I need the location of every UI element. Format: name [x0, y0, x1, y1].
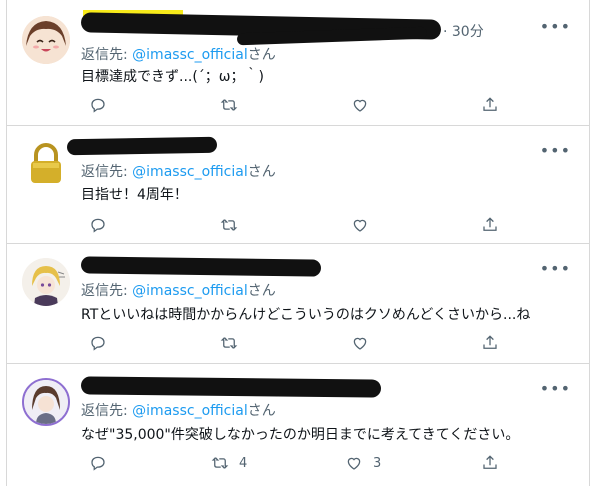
reply-prefix: 返信先: [81, 283, 128, 299]
redacted-username [80, 256, 322, 277]
share-icon [483, 217, 497, 231]
reply-button[interactable] [89, 94, 107, 116]
retweet-button[interactable] [220, 332, 238, 354]
tweet-text: なぜ"35,000"件突破しなかったのか明日までに考えてきてください。 [81, 427, 520, 443]
reply-button[interactable] [89, 452, 107, 474]
reply-prefix: 返信先: [81, 403, 128, 419]
reply-handle-link[interactable]: @imassc_official [132, 164, 248, 180]
avatar[interactable] [22, 140, 70, 188]
tweet-reply-1[interactable]: · 30分 ••• 返信先: @imassc_officialさん 目標達成でき… [7, 0, 589, 126]
share-icon [483, 335, 497, 349]
avatar[interactable] [22, 16, 70, 64]
reply-prefix: 返信先: [81, 47, 128, 63]
more-dots-icon[interactable]: ••• [540, 19, 571, 35]
reply-suffix: さん [247, 164, 276, 180]
share-button[interactable] [481, 94, 499, 116]
reply-prefix: 返信先: [81, 164, 128, 180]
retweet-count: 4 [239, 455, 248, 471]
reply-to-line: 返信先: @imassc_officialさん [81, 44, 276, 64]
share-button[interactable] [481, 452, 499, 474]
reply-handle-link[interactable]: @imassc_official [132, 403, 248, 419]
reply-suffix: さん [247, 403, 276, 419]
heart-icon [353, 337, 367, 350]
action-bar [81, 214, 497, 236]
reply-handle-link[interactable]: @imassc_official [132, 47, 248, 63]
retweet-icon [220, 219, 238, 231]
reply-icon [91, 98, 105, 113]
reply-suffix: さん [247, 283, 276, 299]
tweet-reply-4[interactable]: ••• 返信先: @imassc_officialさん なぜ"35,000"件突… [7, 364, 589, 486]
share-button[interactable] [481, 214, 499, 236]
tweet-reply-3[interactable]: ••• 返信先: @imassc_officialさん RTといいねは時間かから… [7, 244, 589, 364]
redacted-username [66, 136, 218, 156]
retweet-button[interactable] [220, 94, 238, 116]
tweet-reply-2[interactable]: ••• 返信先: @imassc_officialさん 目指せ！4周年！ [7, 126, 589, 244]
retweet-icon [220, 337, 238, 349]
action-bar: 4 3 [81, 452, 497, 474]
reply-to-line: 返信先: @imassc_officialさん [81, 400, 276, 420]
share-button[interactable] [481, 332, 499, 354]
avatar[interactable] [22, 258, 70, 306]
action-bar [81, 94, 497, 116]
reply-to-line: 返信先: @imassc_officialさん [81, 161, 276, 181]
tweet-text: 目指せ！4周年！ [81, 187, 188, 203]
retweet-button[interactable]: 4 [211, 452, 247, 474]
reply-icon [91, 218, 105, 233]
heart-icon [353, 219, 367, 232]
like-button[interactable] [351, 94, 369, 116]
like-button[interactable] [351, 332, 369, 354]
reply-icon [91, 456, 105, 471]
reply-button[interactable] [89, 332, 107, 354]
reply-suffix: さん [247, 47, 276, 63]
redacted-username [80, 376, 382, 398]
reply-icon [91, 336, 105, 351]
tweet-text: 目標達成できず...(´；ω；｀) [81, 69, 264, 85]
retweet-icon [220, 99, 238, 111]
heart-icon [347, 457, 361, 470]
timestamp[interactable]: · 30分 [443, 21, 484, 41]
more-dots-icon[interactable]: ••• [540, 143, 571, 159]
reply-button[interactable] [89, 214, 107, 236]
share-icon [483, 455, 497, 469]
like-button[interactable]: 3 [345, 452, 381, 474]
action-bar [81, 332, 497, 354]
reply-to-line: 返信先: @imassc_officialさん [81, 280, 276, 300]
share-icon [483, 97, 497, 111]
avatar[interactable] [22, 378, 70, 426]
tweet-text: RTといいねは時間かからんけどこういうのはクソめんどくさいから...ね [81, 307, 531, 323]
retweet-button[interactable] [220, 214, 238, 236]
retweet-icon [211, 457, 229, 469]
more-dots-icon[interactable]: ••• [540, 261, 571, 277]
like-count: 3 [373, 455, 382, 471]
like-button[interactable] [351, 214, 369, 236]
heart-icon [353, 99, 367, 112]
more-dots-icon[interactable]: ••• [540, 381, 571, 397]
reply-handle-link[interactable]: @imassc_official [132, 283, 248, 299]
